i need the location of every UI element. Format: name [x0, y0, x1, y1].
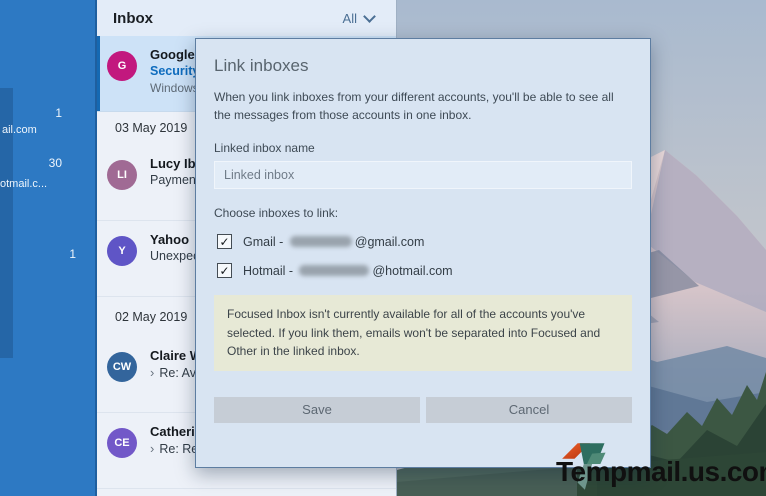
avatar: LI [107, 160, 137, 190]
avatar: G [107, 51, 137, 81]
linked-inbox-name-label: Linked inbox name [214, 141, 632, 155]
watermark-text: Tempmail.us.com [556, 456, 766, 488]
inbox-domain: @hotmail.com [372, 264, 452, 278]
filter-dropdown[interactable]: All [343, 11, 374, 26]
save-button[interactable]: Save [214, 397, 420, 423]
avatar-initial: Y [118, 245, 125, 257]
thread-chevron-icon: › [150, 441, 154, 456]
inbox-option-hotmail[interactable]: ✓ Hotmail - @hotmail.com [214, 263, 632, 278]
accounts-sidebar: 1 ail.com 30 otmail.c... 1 [0, 0, 97, 496]
chevron-down-icon [363, 10, 376, 23]
dialog-buttons: Save Cancel [214, 397, 632, 423]
checkmark-icon: ✓ [219, 235, 229, 249]
inbox-prefix: Gmail - [243, 235, 287, 249]
inbox-prefix: Hotmail - [243, 264, 296, 278]
avatar-initial: CW [113, 361, 131, 373]
dialog-title: Link inboxes [214, 56, 632, 76]
checkmark-icon: ✓ [219, 264, 229, 278]
dialog-description: When you link inboxes from your differen… [214, 88, 632, 124]
inbox-option-gmail[interactable]: ✓ Gmail - @gmail.com [214, 234, 632, 249]
avatar: Y [107, 236, 137, 266]
unread-count-badge: 1 [69, 247, 76, 261]
link-inboxes-dialog: Link inboxes When you link inboxes from … [195, 38, 651, 468]
list-header: Inbox All [97, 0, 396, 36]
unread-count-badge: 1 [55, 106, 62, 120]
redacted-username [290, 236, 352, 247]
linked-inbox-name-input[interactable] [214, 161, 632, 189]
sidebar-item-account-1[interactable]: ail.com [2, 124, 37, 136]
unread-count-badge: 30 [49, 156, 62, 170]
thread-chevron-icon: › [150, 365, 154, 380]
avatar-initial: CE [114, 437, 129, 449]
redacted-username [299, 265, 369, 276]
avatar: CE [107, 428, 137, 458]
inbox-option-label: Hotmail - @hotmail.com [243, 264, 453, 278]
checkbox-checked[interactable]: ✓ [217, 234, 232, 249]
inbox-domain: @gmail.com [355, 235, 425, 249]
avatar-initial: G [118, 60, 127, 72]
inbox-option-label: Gmail - @gmail.com [243, 235, 424, 249]
sidebar-item-account-2[interactable]: otmail.c... [0, 178, 47, 190]
avatar-initial: LI [117, 169, 127, 181]
filter-label: All [343, 11, 357, 26]
focused-inbox-warning: Focused Inbox isn't currently available … [214, 295, 632, 371]
inbox-title: Inbox [113, 10, 153, 27]
cancel-button[interactable]: Cancel [426, 397, 632, 423]
choose-inboxes-label: Choose inboxes to link: [214, 206, 632, 220]
checkbox-checked[interactable]: ✓ [217, 263, 232, 278]
avatar: CW [107, 352, 137, 382]
mail-app-window: 1 ail.com 30 otmail.c... 1 Inbox All G G… [0, 0, 766, 496]
